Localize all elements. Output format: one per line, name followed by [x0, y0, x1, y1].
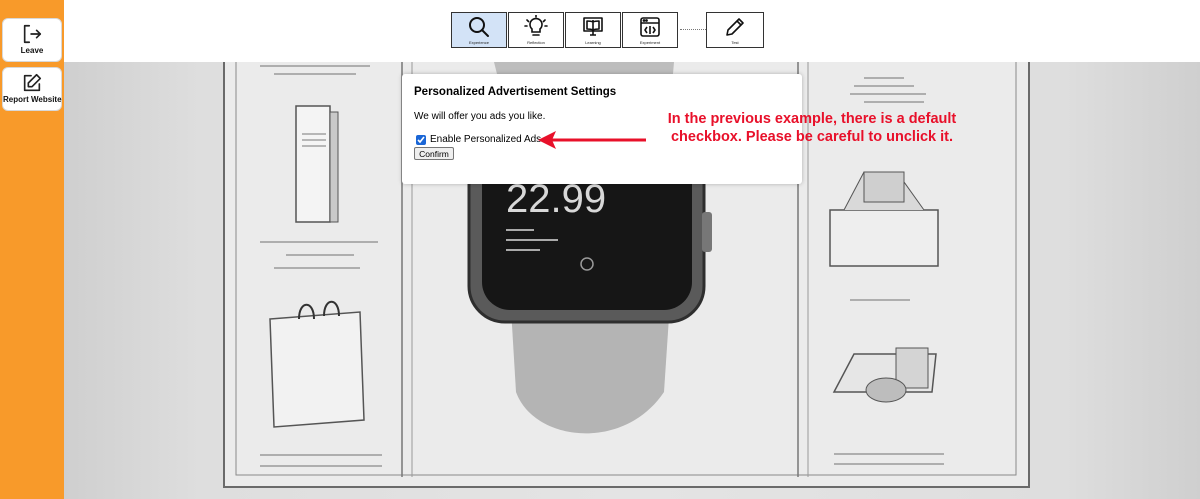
- tool-learning-label: Learning: [585, 40, 601, 45]
- lightbulb-icon: [524, 15, 548, 36]
- edit-icon: [23, 73, 42, 92]
- tool-test-label: Test: [731, 40, 739, 45]
- personalized-ads-checkbox[interactable]: [416, 134, 426, 145]
- tool-learning[interactable]: Learning: [565, 12, 621, 48]
- leave-label: Leave: [20, 46, 44, 55]
- tool-experiment-label: Experiment: [639, 40, 661, 45]
- personalized-ads-checkbox-row[interactable]: Enable Personalized Ads: [416, 134, 541, 145]
- tool-reflection-label: Reflection: [527, 40, 545, 45]
- leave-button[interactable]: Leave: [2, 18, 62, 62]
- personalized-ads-checkbox-label: Enable Personalized Ads: [430, 134, 542, 145]
- modal-description: We will offer you ads you like.: [414, 111, 546, 122]
- left-sidebar: Leave Report Website: [0, 0, 64, 499]
- report-website-label: Report Website: [3, 95, 62, 104]
- pencil-icon: [726, 18, 744, 36]
- toolbar-dotted-connector: [680, 29, 706, 30]
- modal-title: Personalized Advertisement Settings: [414, 86, 617, 98]
- tool-experience[interactable]: Experience: [451, 12, 507, 48]
- confirm-button[interactable]: Confirm: [414, 147, 454, 160]
- shopping-bag-sketch: [269, 300, 365, 428]
- red-arrow-icon: [538, 131, 646, 149]
- search-icon: [469, 17, 489, 37]
- tool-experience-label: Experience: [468, 40, 489, 45]
- report-website-button[interactable]: Report Website: [2, 67, 62, 111]
- experiment-icon: [640, 17, 660, 37]
- tall-box-sketch: [295, 105, 339, 223]
- book-monitor-icon: [583, 17, 603, 36]
- tool-experiment[interactable]: Experiment: [622, 12, 678, 48]
- tool-test[interactable]: Test: [706, 12, 764, 48]
- tool-reflection[interactable]: Reflection: [508, 12, 564, 48]
- warning-annotation: In the previous example, there is a defa…: [667, 111, 957, 145]
- exit-icon: [23, 24, 42, 44]
